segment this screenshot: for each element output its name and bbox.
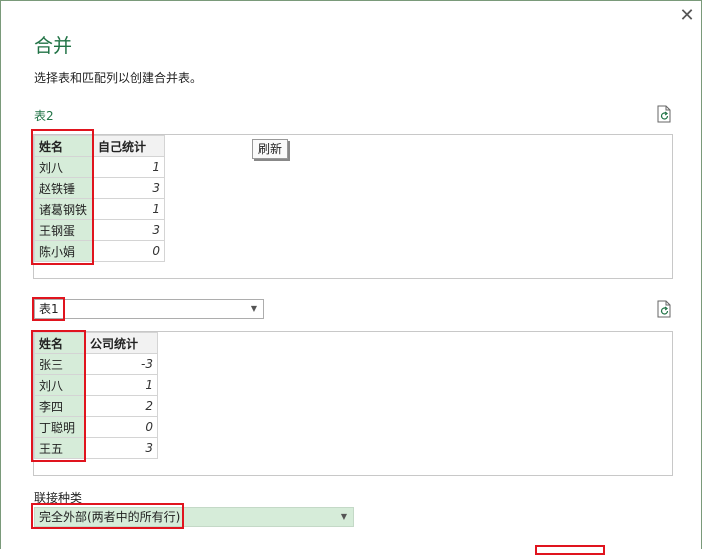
refresh-icon[interactable] bbox=[655, 105, 673, 123]
count-cell: 2 bbox=[85, 395, 158, 417]
count-cell: 1 bbox=[93, 156, 165, 178]
dialog-title: 合并 bbox=[34, 35, 73, 57]
table1-label: 表2 bbox=[34, 109, 54, 123]
count-cell: -3 bbox=[85, 353, 158, 375]
name-cell: 刘八 bbox=[34, 374, 86, 396]
chevron-down-icon: ▼ bbox=[340, 512, 347, 521]
name-cell: 王五 bbox=[34, 437, 86, 459]
join-kind-select[interactable]: 完全外部(两者中的所有行) ▼ bbox=[34, 507, 354, 527]
table-row: 丁聪明 0 bbox=[34, 416, 158, 438]
join-kind-label: 联接种类 bbox=[34, 491, 83, 505]
table2-preview: 姓名 公司统计 张三 -3 刘八 1 李四 2 丁聪明 0 王五 3 bbox=[33, 331, 673, 476]
count-cell: 3 bbox=[93, 177, 165, 199]
count-cell: 1 bbox=[93, 198, 165, 220]
table-row: 刘八 1 bbox=[34, 156, 165, 178]
table-row: 诸葛钢铁 1 bbox=[34, 198, 165, 220]
table-row: 刘八 1 bbox=[34, 374, 158, 396]
table2-header-name[interactable]: 姓名 bbox=[34, 332, 86, 354]
refresh-tooltip: 刷新 bbox=[252, 139, 289, 159]
name-cell: 诸葛钢铁 bbox=[34, 198, 94, 220]
dialog-subtitle: 选择表和匹配列以创建合并表。 bbox=[34, 71, 203, 85]
count-cell: 1 bbox=[85, 374, 158, 396]
table1-header-name[interactable]: 姓名 bbox=[34, 135, 94, 157]
name-cell: 王钢蛋 bbox=[34, 219, 94, 241]
name-cell: 赵铁锤 bbox=[34, 177, 94, 199]
refresh-icon[interactable] bbox=[655, 300, 673, 318]
join-kind-value: 完全外部(两者中的所有行) bbox=[39, 510, 181, 524]
count-cell: 0 bbox=[93, 240, 165, 262]
table2-header-count[interactable]: 公司统计 bbox=[85, 332, 158, 354]
table-row: 王五 3 bbox=[34, 437, 158, 459]
table1-preview: 姓名 自己统计 刘八 1 赵铁锤 3 诸葛钢铁 1 王钢蛋 3 陈小娟 0 bbox=[33, 134, 673, 279]
table2-grid: 姓名 公司统计 张三 -3 刘八 1 李四 2 丁聪明 0 王五 3 bbox=[34, 332, 158, 459]
table2-select[interactable]: 表1 ▼ bbox=[34, 299, 264, 319]
count-cell: 0 bbox=[85, 416, 158, 438]
name-cell: 李四 bbox=[34, 395, 86, 417]
name-cell: 张三 bbox=[34, 353, 86, 375]
table-row: 张三 -3 bbox=[34, 353, 158, 375]
name-cell: 陈小娟 bbox=[34, 240, 94, 262]
table1-header-count[interactable]: 自己统计 bbox=[93, 135, 165, 157]
count-cell: 3 bbox=[85, 437, 158, 459]
close-icon[interactable]: ✕ bbox=[678, 7, 696, 25]
chevron-down-icon: ▼ bbox=[250, 304, 257, 313]
table2-select-value: 表1 bbox=[39, 302, 59, 316]
annotation-box bbox=[535, 545, 605, 555]
name-cell: 丁聪明 bbox=[34, 416, 86, 438]
name-cell: 刘八 bbox=[34, 156, 94, 178]
table-row: 李四 2 bbox=[34, 395, 158, 417]
table-row: 赵铁锤 3 bbox=[34, 177, 165, 199]
table-row: 王钢蛋 3 bbox=[34, 219, 165, 241]
table1-grid: 姓名 自己统计 刘八 1 赵铁锤 3 诸葛钢铁 1 王钢蛋 3 陈小娟 0 bbox=[34, 135, 165, 262]
merge-dialog: ✕ 合并 选择表和匹配列以创建合并表。 表2 姓名 自己统计 刘八 1 赵铁锤 3 诸葛… bbox=[0, 0, 702, 555]
count-cell: 3 bbox=[93, 219, 165, 241]
table-row: 陈小娟 0 bbox=[34, 240, 165, 262]
